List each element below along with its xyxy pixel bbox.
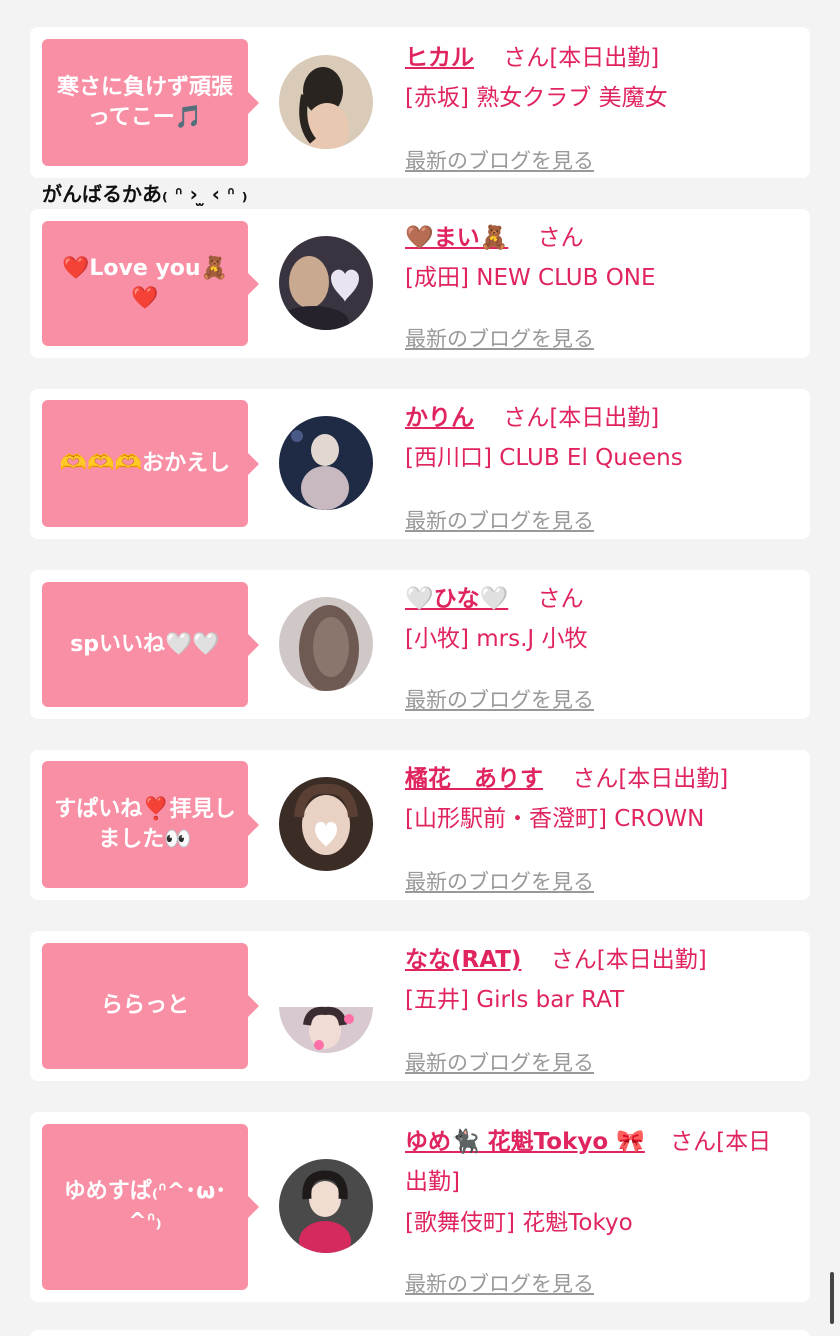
comment-bubble: spいいね🤍🤍: [42, 582, 259, 707]
shop-line: [山形駅前・香澄町] CROWN: [405, 806, 705, 832]
latest-blog-link[interactable]: 最新のブログを見る: [405, 1268, 594, 1298]
comment-bubble: ららっと: [42, 943, 259, 1069]
profile-photo: [279, 959, 373, 1053]
comment-text: 寒さに負けず頑張ってこー🎵: [56, 74, 233, 130]
latest-blog-link[interactable]: 最新のブログを見る: [405, 1047, 594, 1077]
profile-photo: [279, 236, 373, 330]
honorific: さん: [503, 45, 550, 71]
comment-text: ❤️Love you🧸❤️: [62, 255, 228, 311]
honorific: さん: [503, 405, 550, 431]
honorific: さん: [537, 586, 584, 612]
cast-info: 🤍ひな🤍 さん [小牧] mrs.J 小牧 最新のブログを見る: [405, 580, 790, 712]
next-card: [30, 1330, 810, 1336]
cast-name-link[interactable]: かりん: [405, 405, 474, 431]
cast-card: ゆめすぱ₍ᐢ^･ω･^ᐢ₎ ゆめ🐈‍⬛ 花魁Tokyo 🎀 さん[本日出勤] […: [30, 1112, 810, 1302]
profile-photo: [279, 416, 373, 510]
status-label: [本日出勤]: [596, 947, 707, 973]
feed: 寒さに負けず頑張ってこー🎵 ヒカル さん[本日出勤] [赤坂] 熟女クラブ 美魔…: [0, 0, 840, 1336]
cast-card: ららっと なな(RAT) さん[本日出勤] [五井] Girls bar RAT…: [30, 931, 810, 1081]
cast-name-link[interactable]: 🤎まい🧸: [405, 225, 508, 251]
avatar[interactable]: [279, 959, 373, 1053]
latest-blog-link[interactable]: 最新のブログを見る: [405, 323, 594, 353]
honorific: さん: [572, 766, 619, 792]
status-label: [本日出勤]: [549, 45, 660, 71]
comment-bubble: すぱいね❣️拝見しました👀: [42, 761, 259, 888]
cast-card: spいいね🤍🤍 🤍ひな🤍 さん [小牧] mrs.J 小牧 最新のブログを見る: [30, 570, 810, 719]
honorific: さん: [537, 225, 584, 251]
cast-info: ヒカル さん[本日出勤] [赤坂] 熟女クラブ 美魔女 最新のブログを見る: [405, 39, 790, 173]
comment-text: ゆめすぱ₍ᐢ^･ω･^ᐢ₎: [63, 1179, 227, 1234]
comment-bubble: ❤️Love you🧸❤️: [42, 221, 259, 346]
cast-info: 橘花 ありす さん[本日出勤] [山形駅前・香澄町] CROWN 最新のブログを…: [405, 760, 790, 894]
cast-name-link[interactable]: 橘花 ありす: [405, 766, 543, 792]
scrollbar[interactable]: [830, 1272, 834, 1324]
shop-line: [赤坂] 熟女クラブ 美魔女: [405, 85, 668, 111]
status-label: [本日出勤]: [618, 766, 729, 792]
shop-line: [西川口] CLUB El Queens: [405, 445, 683, 471]
comment-text: ららっと: [100, 993, 189, 1018]
profile-photo: [279, 777, 373, 871]
latest-blog-link[interactable]: 最新のブログを見る: [405, 684, 594, 714]
comment-text: すぱいね❣️拝見しました👀: [54, 796, 236, 852]
cast-name-link[interactable]: なな(RAT): [405, 947, 521, 973]
shop-line: [歌舞伎町] 花魁Tokyo: [405, 1210, 633, 1236]
latest-blog-link[interactable]: 最新のブログを見る: [405, 505, 594, 535]
avatar[interactable]: [279, 55, 373, 149]
cast-card: すぱいね❣️拝見しました👀 橘花 ありす さん[本日出勤] [山形駅前・香澄町]…: [30, 750, 810, 900]
name-line: ゆめ🐈‍⬛ 花魁Tokyo 🎀 さん[本日出勤]: [405, 1122, 790, 1202]
name-line: 🤎まい🧸 さん: [405, 219, 790, 257]
comment-bubble: 🫶🫶🫶おかえし: [42, 400, 259, 527]
cast-name-link[interactable]: 🤍ひな🤍: [405, 586, 508, 612]
cast-card: 寒さに負けず頑張ってこー🎵 ヒカル さん[本日出勤] [赤坂] 熟女クラブ 美魔…: [30, 27, 810, 178]
status-label: [本日出勤]: [549, 405, 660, 431]
profile-photo: [279, 1159, 373, 1253]
latest-blog-link[interactable]: 最新のブログを見る: [405, 145, 594, 175]
profile-photo: [279, 55, 373, 149]
honorific: さん: [670, 1129, 717, 1155]
cast-info: 🤎まい🧸 さん [成田] NEW CLUB ONE 最新のブログを見る: [405, 219, 790, 351]
comment-text: spいいね🤍🤍: [70, 631, 220, 657]
name-line: 🤍ひな🤍 さん: [405, 580, 790, 618]
shop-line: [成田] NEW CLUB ONE: [405, 265, 656, 291]
avatar[interactable]: [279, 777, 373, 871]
extra-caption: がんばるかあ₍ ᐢ › ̫ ‹ ᐢ ₎: [42, 182, 248, 206]
cast-card: ❤️Love you🧸❤️ 🤎まい🧸 さん [成田] NEW CLUB ONE …: [30, 209, 810, 358]
name-line: かりん さん[本日出勤]: [405, 399, 790, 437]
shop-line: [小牧] mrs.J 小牧: [405, 626, 588, 652]
comment-text: 🫶🫶🫶おかえし: [59, 450, 231, 476]
avatar[interactable]: [279, 416, 373, 510]
cast-name-link[interactable]: ヒカル: [405, 45, 474, 71]
avatar[interactable]: [279, 597, 373, 691]
name-line: ヒカル さん[本日出勤]: [405, 39, 790, 77]
name-line: 橘花 ありす さん[本日出勤]: [405, 760, 790, 798]
latest-blog-link[interactable]: 最新のブログを見る: [405, 866, 594, 896]
comment-bubble: 寒さに負けず頑張ってこー🎵: [42, 39, 259, 166]
shop-line: [五井] Girls bar RAT: [405, 987, 625, 1013]
comment-bubble: ゆめすぱ₍ᐢ^･ω･^ᐢ₎: [42, 1124, 259, 1290]
cast-name-link[interactable]: ゆめ🐈‍⬛ 花魁Tokyo 🎀: [405, 1129, 645, 1155]
honorific: さん: [550, 947, 597, 973]
name-line: なな(RAT) さん[本日出勤]: [405, 941, 790, 979]
cast-info: なな(RAT) さん[本日出勤] [五井] Girls bar RAT 最新のブ…: [405, 941, 790, 1075]
cast-card: 🫶🫶🫶おかえし かりん さん[本日出勤] [西川口] CLUB El Queen…: [30, 389, 810, 539]
cast-info: ゆめ🐈‍⬛ 花魁Tokyo 🎀 さん[本日出勤] [歌舞伎町] 花魁Tokyo …: [405, 1122, 790, 1296]
cast-info: かりん さん[本日出勤] [西川口] CLUB El Queens 最新のブログ…: [405, 399, 790, 533]
avatar[interactable]: [279, 1159, 373, 1253]
profile-photo: [279, 597, 373, 691]
avatar[interactable]: [279, 236, 373, 330]
